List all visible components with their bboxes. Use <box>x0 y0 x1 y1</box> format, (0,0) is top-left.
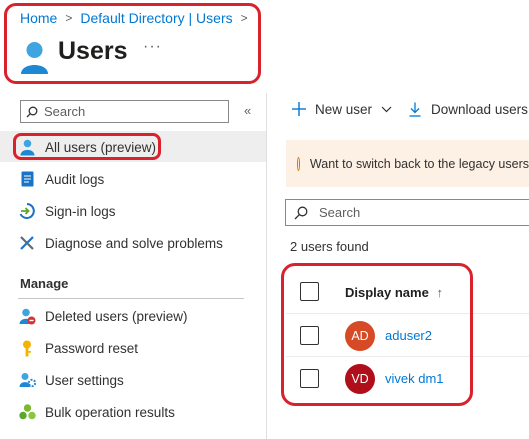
section-divider <box>18 298 244 299</box>
deleted-user-icon <box>18 307 36 325</box>
chevron-down-icon[interactable] <box>381 106 392 113</box>
user-icon <box>18 138 36 156</box>
bulk-results-icon <box>18 403 36 421</box>
breadcrumb: Home > Default Directory | Users > <box>20 10 248 26</box>
page-title: Users <box>58 37 128 65</box>
command-bar: New user Download users <box>291 101 528 117</box>
users-search-placeholder: Search <box>319 205 361 220</box>
row-checkbox[interactable] <box>300 326 319 345</box>
users-header-icon <box>20 40 49 81</box>
key-icon <box>18 339 36 357</box>
nav-item-user-settings[interactable]: User settings <box>18 371 124 389</box>
new-user-label: New user <box>315 101 373 117</box>
nav-item-audit-logs[interactable]: Audit logs <box>18 170 104 188</box>
chevron-right-icon: > <box>65 11 73 25</box>
nav-item-diagnose[interactable]: Diagnose and solve problems <box>18 234 223 252</box>
nav-divider <box>266 93 267 439</box>
banner-text: Want to switch back to the legacy users <box>309 156 529 171</box>
avatar: AD <box>345 321 375 351</box>
sign-in-icon <box>18 202 36 220</box>
nav-item-label: Bulk operation results <box>45 404 175 420</box>
nav-item-label: All users (preview) <box>45 139 157 155</box>
nav-item-deleted-users[interactable]: Deleted users (preview) <box>18 307 188 325</box>
select-all-checkbox[interactable] <box>300 282 319 301</box>
nav-item-label: User settings <box>45 372 124 388</box>
column-header-display-name[interactable]: Display name ↑ <box>345 285 443 300</box>
breadcrumb-users[interactable]: Default Directory | Users <box>80 10 232 26</box>
nav-item-label: Audit logs <box>45 171 105 187</box>
user-name-link[interactable]: vivek dm1 <box>385 371 444 386</box>
warning-icon <box>297 156 300 171</box>
nav-item-label: Deleted users (preview) <box>45 308 188 324</box>
download-users-label: Download users <box>431 101 528 117</box>
nav-item-label: Diagnose and solve problems <box>45 235 223 251</box>
nav-search-placeholder: Search <box>44 104 86 119</box>
nav-item-label: Password reset <box>45 340 139 356</box>
wrench-icon <box>18 234 36 252</box>
legacy-banner: Want to switch back to the legacy users <box>286 140 529 187</box>
users-search-input[interactable]: Search <box>285 199 529 226</box>
nav-item-sign-in-logs[interactable]: Sign-in logs <box>18 202 116 220</box>
new-user-button[interactable]: New user <box>291 101 392 117</box>
avatar: VD <box>345 364 375 394</box>
section-manage: Manage <box>20 276 69 291</box>
sort-ascending-icon: ↑ <box>436 285 443 300</box>
collapse-nav-icon[interactable]: « <box>244 103 251 118</box>
download-icon <box>409 102 421 117</box>
breadcrumb-home[interactable]: Home <box>20 10 57 26</box>
nav-item-bulk-results[interactable]: Bulk operation results <box>18 403 175 421</box>
download-users-button[interactable]: Download users <box>409 102 528 117</box>
search-icon <box>26 106 38 117</box>
nav-item-all-users[interactable]: All users (preview) <box>18 138 156 156</box>
more-options-icon[interactable]: ··· <box>143 38 162 56</box>
nav-item-label: Sign-in logs <box>45 203 116 219</box>
row-divider <box>286 356 529 357</box>
row-divider <box>286 313 529 314</box>
nav-item-password-reset[interactable]: Password reset <box>18 339 138 357</box>
plus-icon <box>292 102 306 116</box>
row-checkbox[interactable] <box>300 369 319 388</box>
user-settings-icon <box>18 371 36 389</box>
chevron-right-icon: > <box>240 11 248 25</box>
user-name-link[interactable]: aduser2 <box>385 328 432 343</box>
nav-search-input[interactable]: Search <box>20 100 229 123</box>
audit-log-icon <box>18 170 36 188</box>
search-icon <box>294 206 308 219</box>
column-header-label: Display name <box>345 285 429 300</box>
results-count: 2 users found <box>290 239 369 254</box>
